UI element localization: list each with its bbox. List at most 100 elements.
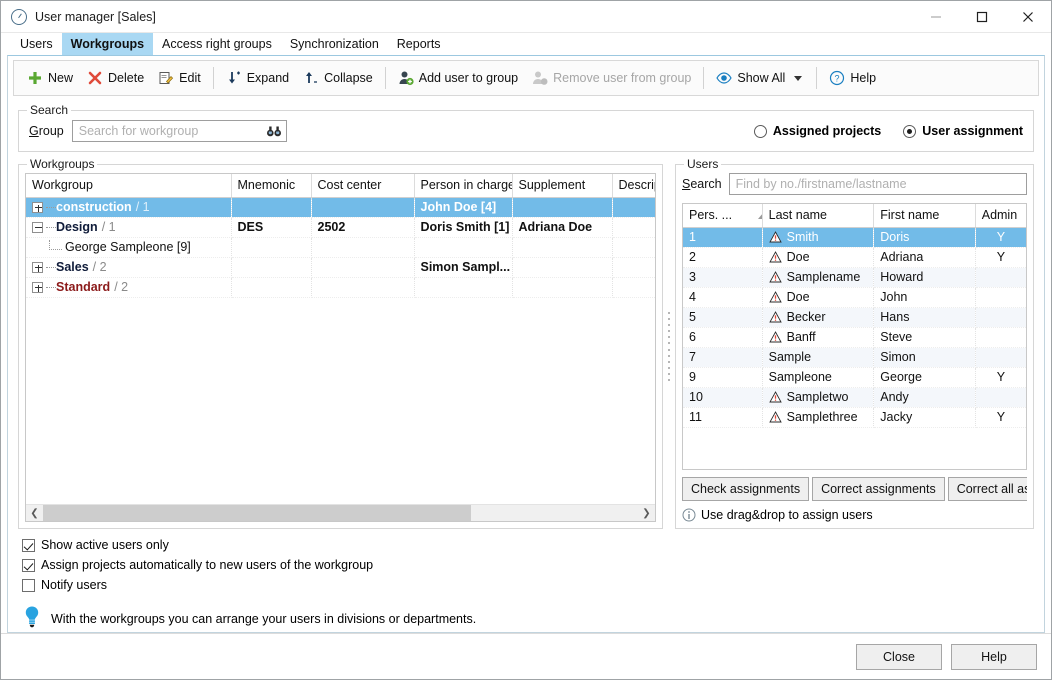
column-header-pers-no[interactable]: Pers. ... xyxy=(683,204,762,227)
close-button-footer[interactable]: Close xyxy=(856,644,942,670)
user-last-name-cell: Samplename xyxy=(762,267,874,287)
expand-toggle-icon[interactable] xyxy=(32,202,43,213)
delete-button[interactable]: Delete xyxy=(80,67,151,89)
radio-assigned-projects[interactable]: Assigned projects xyxy=(754,124,881,138)
column-header-workgroup[interactable]: Workgroup xyxy=(26,174,231,197)
user-last-name-cell: Sampleone xyxy=(762,367,874,387)
add-user-to-group-button[interactable]: Add user to group xyxy=(391,67,525,89)
correct-assignments-button[interactable]: Correct assignments xyxy=(812,477,945,501)
notify-users-checkbox[interactable]: Notify users xyxy=(22,575,1030,595)
collapse-toggle-icon[interactable] xyxy=(32,222,43,233)
table-row[interactable]: 4 Doe John xyxy=(683,287,1026,307)
assign-projects-label: Assign projects automatically to new use… xyxy=(41,558,373,572)
users-table: Pers. ... Last name First name Admin 1 xyxy=(683,204,1026,428)
table-row[interactable]: 11 Samplethree Jacky Y xyxy=(683,407,1026,427)
tab-users[interactable]: Users xyxy=(11,33,62,55)
maximize-button[interactable] xyxy=(959,1,1005,33)
help-button[interactable]: ? Help xyxy=(822,67,883,89)
column-header-description[interactable]: Descripti xyxy=(612,174,655,197)
workgroup-member-cell[interactable]: George Sampleone [9] xyxy=(26,237,231,257)
workgroup-name-cell[interactable]: construction / 1 xyxy=(26,197,231,217)
user-number-cell: 9 xyxy=(683,367,762,387)
table-row[interactable]: 3 Samplename Howard xyxy=(683,267,1026,287)
tab-workgroups[interactable]: Workgroups xyxy=(62,33,153,55)
help-button-footer[interactable]: Help xyxy=(951,644,1037,670)
users-search-field[interactable] xyxy=(734,174,1022,194)
pane-splitter[interactable] xyxy=(663,164,675,529)
scroll-left-arrow-icon[interactable]: ❮ xyxy=(26,505,43,521)
radio-user-assignment[interactable]: User assignment xyxy=(903,124,1023,138)
table-row[interactable]: 1 Smith Doris Y xyxy=(683,227,1026,247)
workgroup-name-cell[interactable]: Sales / 2 xyxy=(26,257,231,277)
column-header-first-name[interactable]: First name xyxy=(874,204,975,227)
workgroup-search-field[interactable] xyxy=(77,121,266,141)
table-row[interactable]: 10 Sampletwo Andy xyxy=(683,387,1026,407)
dragdrop-hint-text: Use drag&drop to assign users xyxy=(701,508,873,522)
table-row[interactable]: 9 Sampleone George Y xyxy=(683,367,1026,387)
column-header-last-name[interactable]: Last name xyxy=(762,204,874,227)
workgroup-name-cell[interactable]: Design / 1 xyxy=(26,217,231,237)
table-row[interactable]: Standard / 2 xyxy=(26,277,655,297)
expand-button[interactable]: Expand xyxy=(219,67,296,89)
scroll-right-arrow-icon[interactable]: ❯ xyxy=(638,505,655,521)
table-row[interactable]: Sales / 2 Simon Sampl... xyxy=(26,257,655,277)
assign-projects-checkbox[interactable]: Assign projects automatically to new use… xyxy=(22,555,1030,575)
tree-line xyxy=(46,207,56,208)
user-first-name-cell: Andy xyxy=(874,387,975,407)
table-row[interactable]: Design / 1 DES 2502 Doris Smith [1] Adri… xyxy=(26,217,655,237)
scrollbar-track[interactable] xyxy=(43,505,638,521)
chevron-down-icon[interactable] xyxy=(794,76,802,81)
eye-icon xyxy=(716,70,732,86)
tab-access-right-groups[interactable]: Access right groups xyxy=(153,33,281,55)
users-search-input[interactable] xyxy=(729,173,1027,195)
cost-center-cell xyxy=(311,197,414,217)
warning-icon xyxy=(769,311,782,323)
expand-toggle-icon[interactable] xyxy=(32,282,43,293)
binoculars-icon[interactable] xyxy=(266,123,282,139)
column-header-cost-center[interactable]: Cost center xyxy=(311,174,414,197)
column-header-admin[interactable]: Admin xyxy=(975,204,1026,227)
workgroup-name: Standard xyxy=(56,280,110,294)
table-row[interactable]: George Sampleone [9] xyxy=(26,237,655,257)
check-assignments-button[interactable]: Check assignments xyxy=(682,477,809,501)
table-row[interactable]: 7 Sample Simon xyxy=(683,347,1026,367)
horizontal-scrollbar[interactable]: ❮ ❯ xyxy=(26,504,655,521)
edit-button[interactable]: Edit xyxy=(151,67,208,89)
user-number-cell: 3 xyxy=(683,267,762,287)
column-header-mnemonic[interactable]: Mnemonic xyxy=(231,174,311,197)
expand-toggle-icon[interactable] xyxy=(32,262,43,273)
workgroups-legend: Workgroups xyxy=(27,157,97,171)
workgroup-search-input[interactable] xyxy=(72,120,287,142)
column-header-person-in-charge[interactable]: Person in charge xyxy=(414,174,512,197)
collapse-button[interactable]: Collapse xyxy=(296,67,380,89)
delete-label: Delete xyxy=(108,71,144,85)
toolbar-separator-4 xyxy=(816,67,817,89)
remove-user-from-group-button: Remove user from group xyxy=(525,67,698,89)
table-row[interactable]: 6 Banff Steve xyxy=(683,327,1026,347)
new-button[interactable]: New xyxy=(20,67,80,89)
tab-reports[interactable]: Reports xyxy=(388,33,450,55)
supplement-cell xyxy=(512,237,612,257)
mnemonic-cell xyxy=(231,257,311,277)
workgroup-name-cell[interactable]: Standard / 2 xyxy=(26,277,231,297)
user-first-name-cell: Adriana xyxy=(874,247,975,267)
table-row[interactable]: construction / 1 John Doe [4] xyxy=(26,197,655,217)
group-label: Group xyxy=(29,124,64,138)
column-header-supplement[interactable]: Supplement xyxy=(512,174,612,197)
checkbox-unchecked-icon[interactable] xyxy=(22,579,35,592)
checkbox-checked-icon[interactable] xyxy=(22,559,35,572)
show-all-button[interactable]: Show All xyxy=(709,67,811,89)
users-table-body: 1 Smith Doris Y 2 Doe Adriana Y xyxy=(683,227,1026,427)
show-active-users-checkbox[interactable]: Show active users only xyxy=(22,535,1030,555)
checkbox-checked-icon[interactable] xyxy=(22,539,35,552)
tree-line xyxy=(46,227,56,228)
description-cell xyxy=(612,237,655,257)
table-row[interactable]: 2 Doe Adriana Y xyxy=(683,247,1026,267)
table-row[interactable]: 5 Becker Hans xyxy=(683,307,1026,327)
correct-all-assignments-button[interactable]: Correct all assignments xyxy=(948,477,1027,501)
edit-pencil-icon xyxy=(158,70,174,86)
close-button[interactable] xyxy=(1005,1,1051,33)
tab-synchronization[interactable]: Synchronization xyxy=(281,33,388,55)
scrollbar-thumb[interactable] xyxy=(43,505,471,521)
minimize-button[interactable] xyxy=(913,1,959,33)
